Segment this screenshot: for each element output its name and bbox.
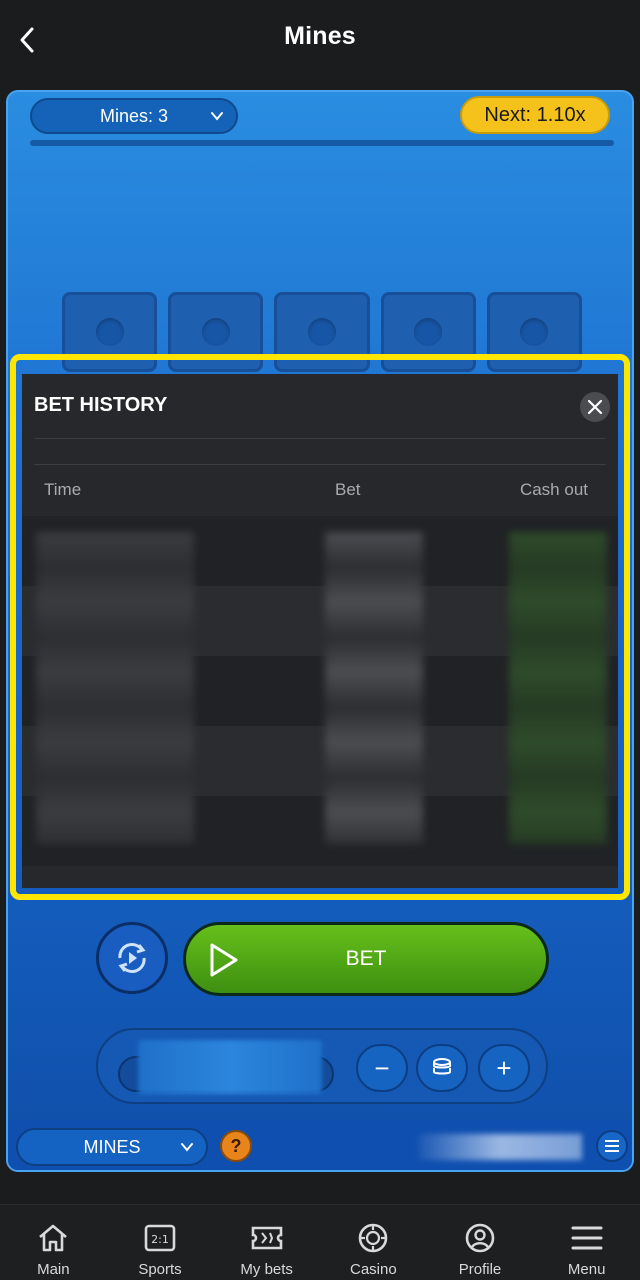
increase-bet-button[interactable]: + — [478, 1044, 530, 1092]
nav-item-menu[interactable]: Menu — [533, 1205, 640, 1280]
play-icon — [210, 943, 238, 977]
bet-button[interactable]: BET — [183, 922, 549, 996]
autoplay-icon — [118, 943, 146, 973]
bet-controls: BET − + — [8, 904, 632, 1124]
menu-icon — [605, 1140, 619, 1152]
game-select-label: MINES — [83, 1136, 141, 1157]
bet-button-label: BET — [345, 947, 387, 970]
mines-count-label: Mines: 3 — [99, 105, 169, 126]
bet-amount-panel: − + — [96, 1028, 548, 1104]
spacer — [0, 1176, 640, 1204]
ticket-icon — [251, 1226, 282, 1250]
nav-item-main[interactable]: Main — [0, 1205, 107, 1280]
help-button[interactable]: ? — [220, 1130, 252, 1162]
scoreboard-icon: 2:1 — [144, 1224, 176, 1252]
svg-text:2:1: 2:1 — [151, 1233, 169, 1246]
page-title: Mines — [284, 22, 356, 50]
tile-dot — [414, 318, 443, 346]
menu-icon — [571, 1226, 603, 1250]
progress-bar — [30, 140, 614, 146]
top-bar: Mines — [0, 0, 640, 80]
nav-label: Casino — [350, 1261, 397, 1278]
game-select[interactable]: MINES — [16, 1128, 208, 1166]
coins-icon — [433, 1058, 451, 1075]
casino-chip-icon — [359, 1223, 388, 1253]
nav-label: Menu — [567, 1261, 606, 1278]
bet-amount-value-redacted — [138, 1040, 322, 1094]
tile-dot — [520, 318, 549, 346]
nav-item-profile[interactable]: Profile — [427, 1205, 534, 1280]
chevron-down-icon — [181, 1143, 193, 1152]
bottom-nav: Main 2:1 Sports My bets Casino Profile M… — [0, 1204, 640, 1280]
minus-icon: − — [374, 1052, 390, 1083]
tile-dot — [308, 318, 336, 346]
tile-dot — [95, 318, 124, 346]
nav-label: Profile — [458, 1261, 502, 1278]
question-icon: ? — [230, 1135, 242, 1156]
decrease-bet-button[interactable]: − — [356, 1044, 408, 1092]
mines-count-select[interactable]: Mines: 3 — [30, 98, 238, 134]
profile-icon — [465, 1223, 495, 1253]
nav-item-casino[interactable]: Casino — [320, 1205, 427, 1280]
nav-label: My bets — [240, 1261, 293, 1278]
nav-item-sports[interactable]: 2:1 Sports — [107, 1205, 214, 1280]
balance-redacted — [418, 1134, 582, 1160]
nav-label: Main — [37, 1261, 70, 1278]
game-menu-button[interactable] — [596, 1130, 628, 1162]
chips-button[interactable] — [416, 1044, 468, 1092]
highlight-frame — [10, 354, 630, 900]
nav-item-my-bets[interactable]: My bets — [213, 1205, 320, 1280]
tile-dot — [201, 318, 230, 346]
game-footer: MINES ? — [8, 1120, 632, 1170]
home-icon — [39, 1224, 68, 1252]
plus-icon: + — [496, 1052, 512, 1083]
autoplay-button[interactable] — [96, 922, 168, 994]
next-multiplier-badge: Next: 1.10x — [460, 96, 610, 134]
nav-label: Sports — [138, 1261, 182, 1278]
chevron-down-icon — [211, 112, 223, 121]
